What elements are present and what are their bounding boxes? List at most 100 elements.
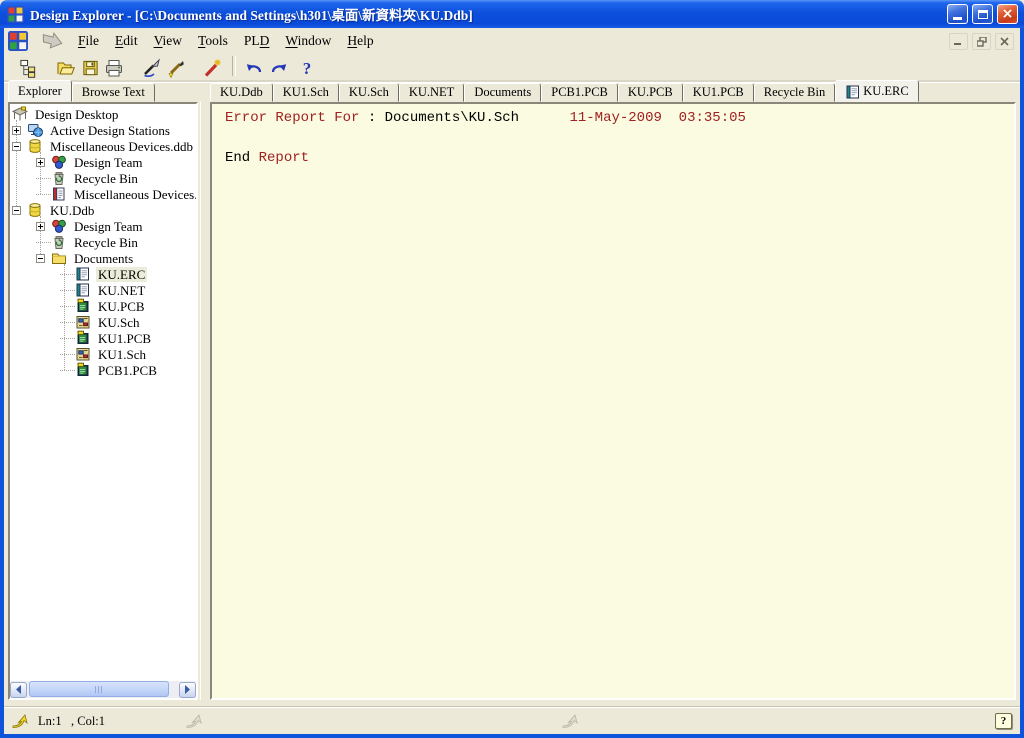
doc-tab-ku1-sch[interactable]: KU1.Sch [273, 83, 339, 102]
tree-item-design-team[interactable]: Design Team [10, 218, 196, 234]
menu-view[interactable]: View [146, 31, 190, 51]
window-border-right [1020, 28, 1024, 738]
doc-tab-pcb1-pcb[interactable]: PCB1.PCB [541, 83, 618, 102]
menu-window[interactable]: Window [277, 31, 339, 51]
tree-item-ku1-pcb[interactable]: KU1.PCB [10, 330, 196, 346]
tab-label: Documents [474, 85, 531, 100]
tree-item-pcb1-pcb[interactable]: PCB1.PCB [10, 362, 196, 378]
tab-label: KU.PCB [628, 85, 673, 100]
tree-connector-stub [60, 322, 75, 323]
close-button[interactable]: × [997, 4, 1018, 24]
scroll-left-button[interactable] [10, 682, 27, 698]
wand-button[interactable] [200, 56, 224, 80]
doc-tab-recycle-bin[interactable]: Recycle Bin [754, 83, 835, 102]
scroll-track[interactable] [27, 681, 179, 698]
text-doc-icon [75, 266, 91, 282]
tree-item-active-design-stations[interactable]: Active Design Stations [10, 122, 196, 138]
mdi-restore-button[interactable] [972, 33, 991, 50]
tree-item-ku-sch[interactable]: KU.Sch [10, 314, 196, 330]
doc-tab-ku-pcb[interactable]: KU.PCB [618, 83, 683, 102]
save-button[interactable] [78, 56, 102, 80]
menu-edit[interactable]: Edit [107, 31, 146, 51]
doc-tab-ku1-pcb[interactable]: KU1.PCB [683, 83, 754, 102]
help-button[interactable]: ? [295, 56, 319, 80]
tree-item-recycle-bin[interactable]: Recycle Bin [10, 170, 196, 186]
tab-label: Recycle Bin [764, 85, 825, 100]
doc-tab-ku-sch[interactable]: KU.Sch [339, 83, 399, 102]
team-icon [51, 154, 67, 170]
report-line [225, 128, 1014, 148]
panel-tab-explorer[interactable]: Explorer [8, 80, 72, 102]
tree-item-design-desktop[interactable]: Design Desktop [10, 106, 196, 122]
collapse-toggle[interactable] [12, 206, 21, 215]
recycle-icon [51, 170, 67, 186]
pcb-doc-icon [75, 362, 91, 378]
expand-toggle[interactable] [12, 126, 21, 135]
doc-tab-ku-erc[interactable]: KU.ERC [835, 80, 919, 102]
maximize-button[interactable] [972, 4, 993, 24]
explorer-panel-button[interactable] [16, 56, 40, 80]
tree-item-ku-erc[interactable]: KU.ERC [10, 266, 196, 282]
mdi-close-button[interactable] [995, 33, 1014, 50]
collapse-toggle[interactable] [36, 254, 45, 263]
pcb-doc-icon [75, 298, 91, 314]
tree-item-ku-pcb[interactable]: KU.PCB [10, 298, 196, 314]
tree-connector-stub [60, 290, 75, 291]
redo-button[interactable] [267, 56, 291, 80]
tree-connector-stub [60, 338, 75, 339]
desktop-icon [12, 106, 28, 122]
tree-item-ku-net[interactable]: KU.NET [10, 282, 196, 298]
doc-tab-documents[interactable]: Documents [464, 83, 541, 102]
tree-item-design-team[interactable]: Design Team [10, 154, 196, 170]
tab-label: KU1.PCB [693, 85, 744, 100]
menu-tools[interactable]: Tools [190, 31, 236, 51]
tree-connector-stub [60, 354, 75, 355]
tree-item-label: PCB1.PCB [96, 363, 159, 378]
panel-tab-browse-text[interactable]: Browse Text [72, 83, 155, 102]
scroll-right-button[interactable] [179, 682, 196, 698]
open-folder-button[interactable] [54, 56, 78, 80]
tree-item-label: KU.Sch [96, 315, 142, 330]
design-explorer-window: Design Explorer - [C:\Documents and Sett… [0, 0, 1024, 738]
text-doc-icon [845, 84, 859, 98]
tree-item-label: KU.ERC [96, 267, 147, 282]
tree-item-recycle-bin[interactable]: Recycle Bin [10, 234, 196, 250]
doc-tab-ku-ddb[interactable]: KU.Ddb [210, 83, 273, 102]
pcb-doc-icon [75, 330, 91, 346]
mdi-minimize-button[interactable] [949, 33, 968, 50]
menu-pld[interactable]: PLD [236, 31, 278, 51]
doc-tab-ku-net[interactable]: KU.NET [399, 83, 464, 102]
tree-item-documents[interactable]: Documents [10, 250, 196, 266]
recycle-icon [51, 234, 67, 250]
tree-item-ku-ddb[interactable]: KU.Ddb [10, 202, 196, 218]
error-report: Error Report For : Documents\KU.Sch 11-M… [212, 104, 1014, 168]
toolbar-buttons: ? [16, 56, 319, 80]
menu-file[interactable]: File [70, 31, 107, 51]
tree-item-label: KU1.Sch [96, 347, 148, 362]
print-button[interactable] [102, 56, 126, 80]
tree-item-ku1-sch[interactable]: KU1.Sch [10, 346, 196, 362]
expand-toggle[interactable] [36, 222, 45, 231]
toolbar-separator [232, 56, 236, 76]
knife-button[interactable] [140, 56, 164, 80]
tree-item-miscellaneous-devices-ddb[interactable]: Miscellaneous Devices.ddb [10, 138, 196, 154]
probe-button[interactable] [164, 56, 188, 80]
menu-help[interactable]: Help [339, 31, 381, 51]
minimize-button[interactable] [947, 4, 968, 24]
scroll-thumb[interactable] [29, 681, 169, 697]
tree-item-label: Design Team [72, 219, 145, 234]
menu-bar: FileEditViewToolsPLDWindowHelp [4, 28, 1020, 54]
undo-button[interactable] [242, 56, 266, 80]
tree-connector-stub [36, 178, 51, 179]
team-icon [51, 218, 67, 234]
design-explorer-icon[interactable] [8, 31, 28, 51]
horizontal-scrollbar[interactable] [10, 681, 196, 698]
collapse-toggle[interactable] [12, 142, 21, 151]
down-arrow-icon[interactable] [40, 32, 64, 50]
tree-item-miscellaneous-devices-lib[interactable]: Miscellaneous Devices.lib [10, 186, 196, 202]
expand-toggle[interactable] [36, 158, 45, 167]
tree-connector-stub [60, 370, 75, 371]
help-badge[interactable]: ? [995, 713, 1012, 729]
tree-item-label: Active Design Stations [48, 123, 172, 138]
report-editor[interactable]: Error Report For : Documents\KU.Sch 11-M… [210, 102, 1016, 700]
